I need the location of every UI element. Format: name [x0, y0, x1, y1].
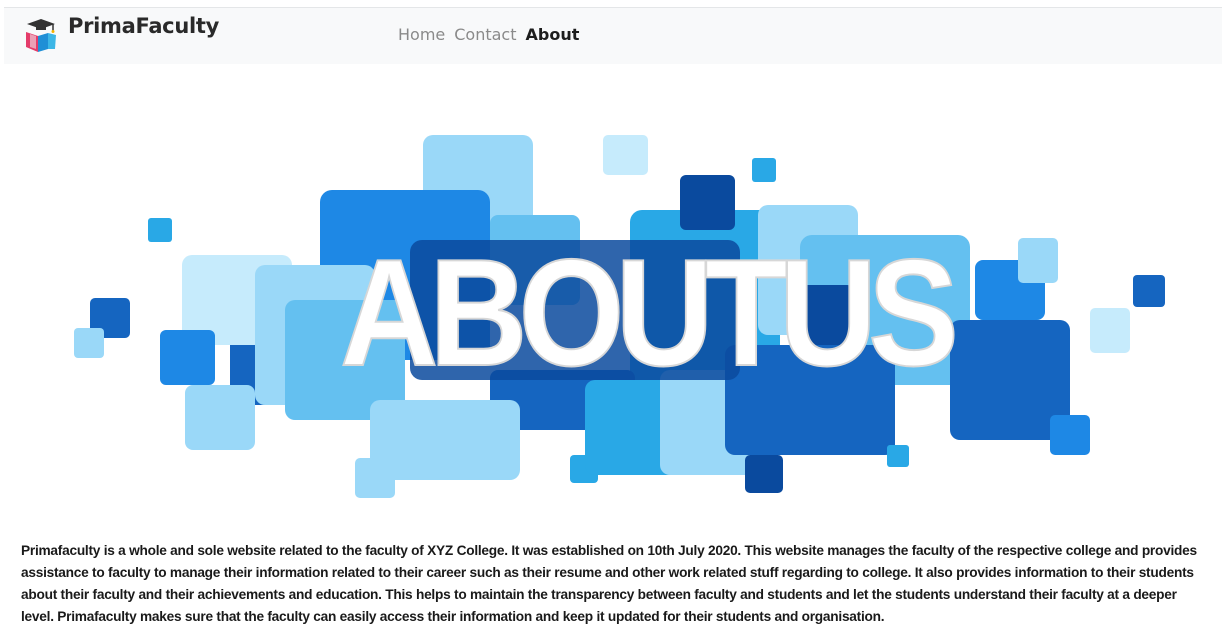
about-paragraph: Primafaculty is a whole and sole website…: [21, 542, 1197, 624]
graduation-cap-books-icon: [26, 19, 56, 52]
nav-link-contact[interactable]: Contact: [454, 25, 516, 44]
about-us-banner: ABOUTUS: [74, 135, 1165, 498]
brand-logo-link[interactable]: [22, 16, 60, 56]
main-nav: Home Contact About: [398, 25, 579, 44]
navbar: PrimaFaculty Home Contact About: [4, 7, 1222, 64]
brand-name[interactable]: PrimaFaculty: [68, 14, 219, 38]
nav-link-home[interactable]: Home: [398, 25, 445, 44]
banner-heading: ABOUTUS: [340, 228, 954, 398]
nav-link-about[interactable]: About: [526, 25, 580, 44]
